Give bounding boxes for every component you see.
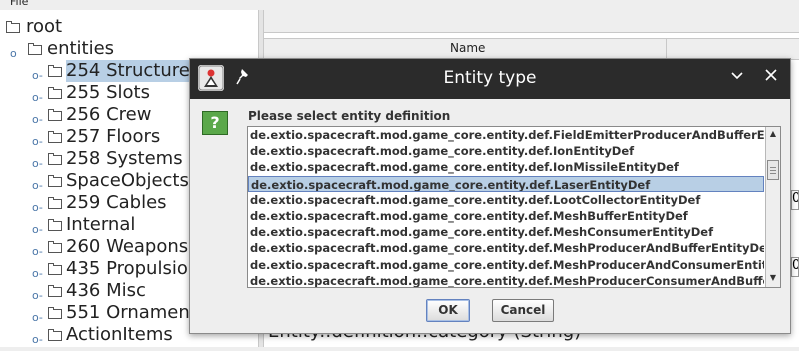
table-header: Name — [264, 38, 799, 60]
tree-node-label: ActionItems — [66, 324, 173, 345]
folder-icon — [48, 241, 62, 253]
scroll-down-icon[interactable]: ▼ — [768, 273, 778, 285]
question-icon: ? — [202, 111, 228, 135]
tree-node-label: 258 Systems — [66, 148, 183, 169]
folder-icon — [48, 197, 62, 209]
tree-expand-icon[interactable]: o- — [32, 285, 43, 307]
tree-node-label: 260 Weapons — [66, 236, 189, 257]
table-cell[interactable]: 0 — [791, 257, 799, 277]
folder-icon — [48, 109, 62, 121]
tree-node-label: 259 Cables — [66, 192, 167, 213]
table-cell[interactable]: 0 — [791, 190, 799, 210]
tree-expand-icon[interactable]: o- — [32, 109, 43, 131]
list-item[interactable]: de.extio.spacecraft.mod.game_core.entity… — [248, 175, 764, 192]
entity-type-dialog: Entity type ? Please select entity defin… — [189, 58, 791, 334]
tree-node-label: SpaceObjects — [66, 170, 189, 191]
tree-node-label: 257 Floors — [66, 126, 161, 147]
tree-node-label: 256 Crew — [66, 104, 152, 125]
folder-icon — [6, 21, 20, 33]
tree-expand-icon[interactable]: o- — [32, 175, 43, 197]
tree-expand-icon[interactable]: o- — [32, 197, 43, 219]
folder-icon — [48, 285, 62, 297]
tree-expand-icon[interactable]: o- — [32, 65, 43, 87]
entity-definition-list[interactable]: ▲ ▼ de.extio.spacecraft.mod.game_core.en… — [247, 126, 781, 288]
close-icon[interactable] — [760, 67, 782, 89]
column-header-name[interactable]: Name — [450, 41, 485, 55]
scroll-thumb[interactable] — [767, 160, 779, 180]
scroll-up-icon[interactable]: ▲ — [768, 129, 778, 141]
dialog-titlebar[interactable]: Entity type — [190, 59, 790, 99]
list-item[interactable]: de.extio.spacecraft.mod.game_core.entity… — [248, 143, 764, 159]
tree-node-label: 551 Ornaments — [66, 302, 207, 323]
tree-node-label: entities — [47, 38, 115, 59]
tree-node-label: 255 Slots — [66, 82, 150, 103]
tree-expand-icon[interactable]: o- — [32, 153, 43, 175]
ok-button[interactable]: OK — [426, 299, 470, 322]
tree-node-label: 435 Propulsion — [66, 258, 200, 279]
list-item[interactable]: de.extio.spacecraft.mod.game_core.entity… — [248, 208, 764, 224]
dialog-prompt: Please select entity definition — [248, 109, 451, 123]
menu-bar: File — [0, 0, 799, 10]
folder-icon — [48, 219, 62, 231]
folder-icon — [48, 153, 62, 165]
tree-node-label: 436 Misc — [66, 280, 146, 301]
cancel-button[interactable]: Cancel — [492, 299, 554, 322]
list-item[interactable]: de.extio.spacecraft.mod.game_core.entity… — [248, 273, 764, 287]
folder-icon — [48, 307, 62, 319]
list-item[interactable]: de.extio.spacecraft.mod.game_core.entity… — [248, 240, 764, 256]
tree-node-label: root — [26, 16, 63, 37]
folder-icon — [28, 43, 42, 55]
list-item[interactable]: de.extio.spacecraft.mod.game_core.entity… — [248, 224, 764, 240]
folder-icon — [48, 329, 62, 341]
tree-expand-icon[interactable]: o- — [32, 241, 43, 263]
folder-icon — [48, 175, 62, 187]
dialog-title: Entity type — [443, 68, 537, 88]
menu-file[interactable]: File — [10, 0, 28, 8]
tree-node-label: 254 Structures — [66, 60, 200, 82]
list-item[interactable]: de.extio.spacecraft.mod.game_core.entity… — [248, 159, 764, 175]
vertical-scrollbar[interactable]: ▲ ▼ — [765, 127, 780, 287]
folder-icon — [48, 65, 62, 77]
folder-icon — [48, 131, 62, 143]
tree-expand-icon[interactable]: o- — [32, 263, 43, 285]
tree-expand-icon[interactable]: o- — [32, 219, 43, 241]
tree-expand-icon[interactable]: o — [10, 43, 17, 65]
folder-icon — [48, 87, 62, 99]
tree-node-label: Internal — [66, 214, 136, 235]
list-item[interactable]: de.extio.spacecraft.mod.game_core.entity… — [248, 192, 764, 208]
minimize-icon[interactable] — [726, 67, 748, 89]
list-item[interactable]: de.extio.spacecraft.mod.game_core.entity… — [248, 257, 764, 273]
tree-expand-icon[interactable]: o- — [32, 329, 43, 351]
panel-toolbar — [264, 10, 799, 33]
tree-expand-icon[interactable]: o- — [32, 307, 43, 329]
list-item[interactable]: de.extio.spacecraft.mod.game_core.entity… — [248, 127, 764, 143]
tree-expand-icon[interactable]: o- — [32, 87, 43, 109]
folder-icon — [48, 263, 62, 275]
tree-expand-icon[interactable]: o- — [32, 131, 43, 153]
